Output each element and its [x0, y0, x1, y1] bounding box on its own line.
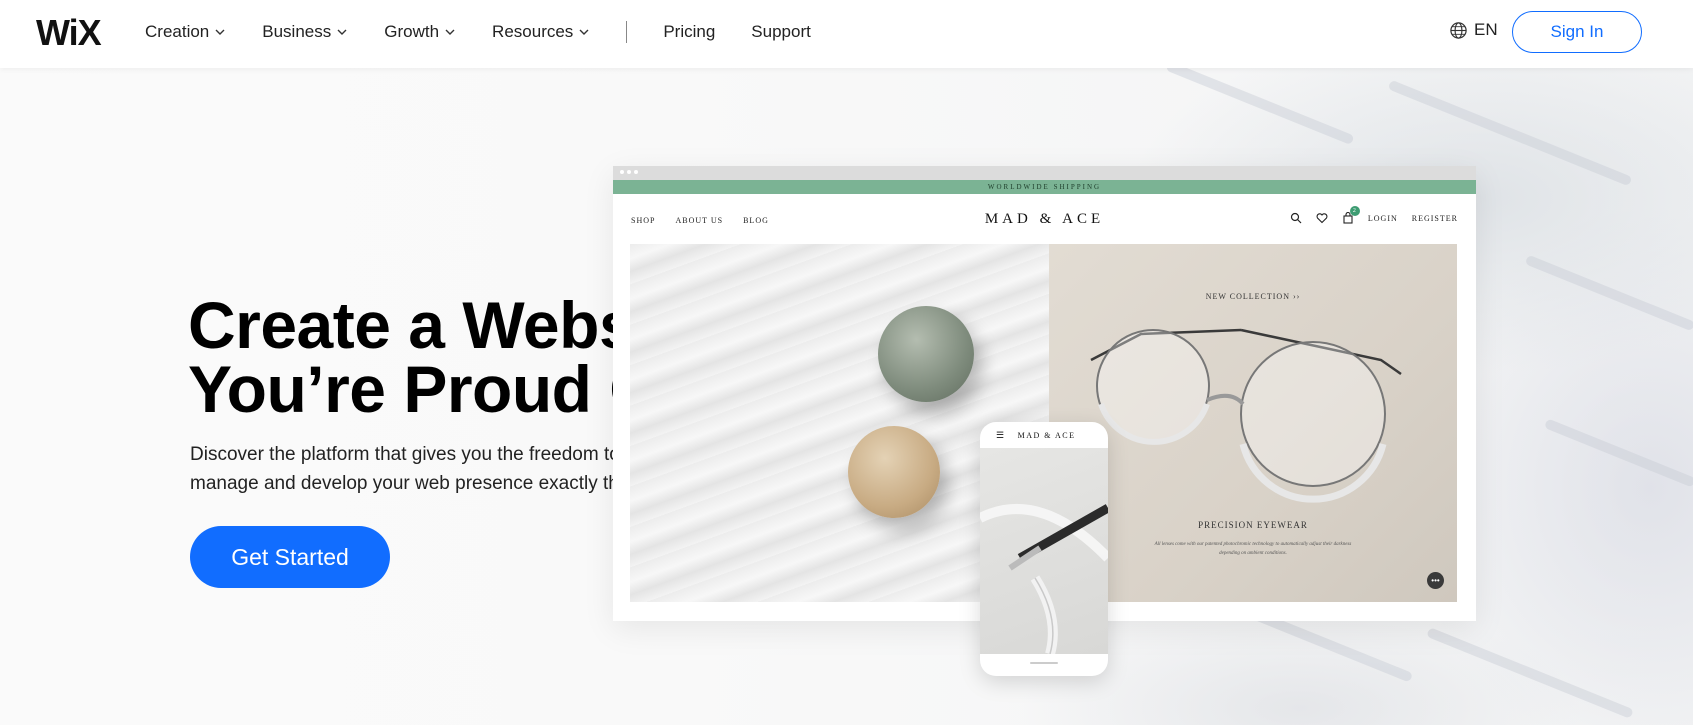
mockup-login: LOGIN [1367, 213, 1398, 223]
product-title: PRECISION EYEWEAR [1198, 520, 1308, 530]
chevron-down-icon [214, 26, 226, 38]
hamburger-menu-icon: ☰ [996, 429, 1006, 440]
product-description: All lenses come with our patented photoc… [1154, 542, 1352, 556]
get-started-button[interactable]: Get Started [190, 526, 390, 588]
cart-count-badge: 2 [1349, 206, 1360, 216]
nav-creation[interactable]: Creation [145, 22, 226, 42]
cart-icon: 2 [1342, 206, 1360, 224]
amber-lens [848, 426, 940, 518]
sign-in-button[interactable]: Sign In [1512, 11, 1642, 53]
wix-logo[interactable]: WiX [36, 12, 102, 54]
glasses-closeup-image [980, 504, 1108, 656]
headline-line-2: You’re Proud Of [188, 352, 682, 426]
mockup-register: REGISTER [1411, 213, 1458, 223]
language-selector[interactable]: EN [1449, 20, 1498, 40]
home-indicator [1030, 662, 1058, 664]
chevron-down-icon [336, 26, 348, 38]
nav-resources[interactable]: Resources [492, 22, 590, 42]
browser-bar [613, 166, 1476, 180]
mockup-nav-right: 2 LOGIN REGISTER [1290, 206, 1458, 224]
search-icon [1290, 212, 1302, 224]
chat-icon: ••• [1427, 572, 1444, 589]
nav-pricing[interactable]: Pricing [663, 22, 715, 42]
nav-business[interactable]: Business [262, 22, 348, 42]
chevron-down-icon [444, 26, 456, 38]
nav-creation-label: Creation [145, 22, 210, 41]
chevron-down-icon [578, 26, 590, 38]
globe-icon [1450, 21, 1467, 39]
nav-resources-label: Resources [492, 22, 574, 41]
eyewear-product-panel: NEW COLLECTION ›› PRECISION EYEWEAR All … [1049, 244, 1457, 602]
phone-header: ☰ MAD & ACE [980, 422, 1108, 448]
nav-divider [626, 21, 628, 43]
nav-business-label: Business [262, 22, 332, 41]
nav-growth[interactable]: Growth [384, 22, 456, 42]
top-header: WiX Creation Business Growth Resources P… [0, 0, 1693, 68]
shipping-banner: WORLDWIDE SHIPPING [613, 180, 1476, 194]
nav-support[interactable]: Support [751, 22, 811, 42]
new-collection-link: NEW COLLECTION ›› [1205, 292, 1301, 301]
language-label: EN [1474, 20, 1498, 39]
phone-product-image [980, 448, 1108, 656]
heart-icon [1316, 213, 1328, 224]
mobile-site-mockup: ☰ MAD & ACE [980, 422, 1108, 676]
nav-growth-label: Growth [384, 22, 440, 41]
eyeglasses-image [1090, 328, 1402, 503]
green-lens [878, 306, 974, 402]
main-nav: Creation Business Growth Resources Prici… [145, 0, 847, 64]
phone-brand: MAD & ACE [1017, 430, 1076, 440]
